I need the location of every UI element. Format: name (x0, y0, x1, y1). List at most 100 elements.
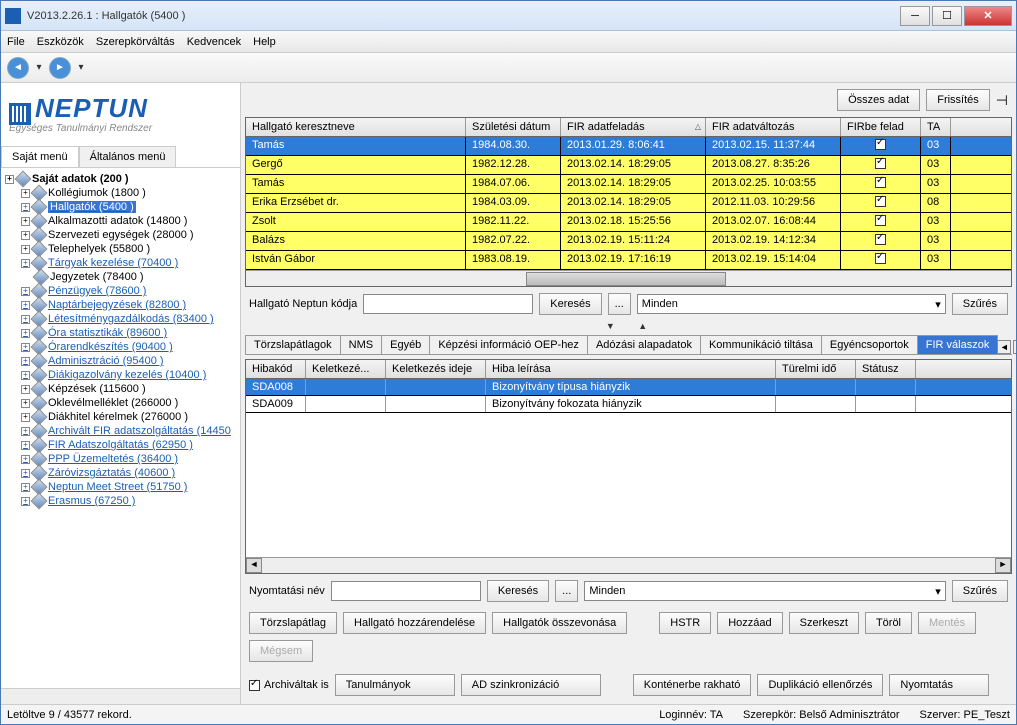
errors-hscroll[interactable]: ◄► (246, 557, 1011, 573)
print-button[interactable]: Nyomtatás (889, 674, 989, 696)
tree: +Saját adatok (200 )+Kollégiumok (1800 )… (1, 168, 240, 688)
sub-tab[interactable]: Képzési információ OEP-hez (429, 335, 588, 354)
dup-check-button[interactable]: Duplikáció ellenőrzés (757, 674, 883, 696)
close-button[interactable]: ✕ (964, 6, 1012, 26)
sub-tab[interactable]: NMS (340, 335, 382, 354)
sub-tab[interactable]: Egyéb (381, 335, 430, 354)
search1-label: Hallgató Neptun kódja (249, 298, 357, 310)
table-row[interactable]: Gergő1982.12.28.2013.02.14. 18:29:052013… (246, 156, 1011, 175)
tab-own-menu[interactable]: Saját menü (1, 146, 79, 167)
column-header[interactable]: FIRbe felad (841, 118, 921, 136)
titlebar: V2013.2.26.1 : Hallgatók (5400 ) ─ ☐ ✕ (1, 1, 1016, 31)
column-header[interactable]: Keletkezés ideje (386, 360, 486, 378)
tree-item[interactable]: +Erasmus (67250 ) (3, 494, 238, 508)
column-header[interactable]: Türelmi idő (776, 360, 856, 378)
sub-tab[interactable]: Adózási alapadatok (587, 335, 701, 354)
table-row[interactable]: SDA008Bizonyítvány típusa hiányzik (246, 379, 1011, 396)
torzslap-button[interactable]: Törzslapátlag (249, 612, 337, 634)
column-header[interactable]: Hallgató keresztneve (246, 118, 466, 136)
logo: NEPTUN Egységes Tanulmányi Rendszer (1, 83, 240, 140)
errors-grid: HibakódKeletkezé...Keletkezés idejeHiba … (245, 359, 1012, 574)
status-role: Szerepkör: Belső Adminisztrátor (743, 709, 900, 721)
container-button[interactable]: Konténerbe rakható (633, 674, 752, 696)
menu-file[interactable]: File (7, 36, 25, 48)
logo-subtitle: Egységes Tanulmányi Rendszer (9, 123, 232, 134)
sidebar-hscroll[interactable] (1, 688, 240, 704)
search2-filter-button[interactable]: Szűrés (952, 580, 1008, 602)
forward-dropdown[interactable]: ▾ (75, 62, 87, 74)
cancel-button[interactable]: Mégsem (249, 640, 313, 662)
column-header[interactable]: Státusz (856, 360, 916, 378)
menu-role[interactable]: Szerepkörváltás (96, 36, 175, 48)
neptun-code-input[interactable] (363, 294, 533, 314)
logo-icon (9, 103, 31, 125)
column-header[interactable]: FIR adatfeladás△ (561, 118, 706, 136)
hstr-button[interactable]: HSTR (659, 612, 711, 634)
maximize-button[interactable]: ☐ (932, 6, 962, 26)
menu-favorites[interactable]: Kedvencek (187, 36, 241, 48)
archived-checkbox[interactable]: Archiváltak is (249, 679, 329, 691)
search2-button[interactable]: Keresés (487, 580, 549, 602)
sub-tab[interactable]: Kommunikáció tiltása (700, 335, 822, 354)
nav-toolbar: ◄ ▾ ► ▾ (1, 53, 1016, 83)
all-data-button[interactable]: Összes adat (837, 89, 920, 111)
column-header[interactable]: Hibakód (246, 360, 306, 378)
menubar: File Eszközök Szerepkörváltás Kedvencek … (1, 31, 1016, 53)
app-icon (5, 8, 21, 24)
sidebar: NEPTUN Egységes Tanulmányi Rendszer Sajá… (1, 83, 241, 704)
tab-scroll-left[interactable]: ◄ (997, 340, 1011, 354)
search2-more-button[interactable]: ... (555, 580, 578, 602)
back-button[interactable]: ◄ (7, 57, 29, 79)
merge-students-button[interactable]: Hallgatók összevonása (492, 612, 627, 634)
assign-student-button[interactable]: Hallgató hozzárendelése (343, 612, 486, 634)
edit-button[interactable]: Szerkeszt (789, 612, 859, 634)
table-row[interactable]: Tamás1984.07.06.2013.02.14. 18:29:052013… (246, 175, 1011, 194)
grid-hscroll[interactable] (246, 270, 1011, 286)
search2-filter-select[interactable]: Minden▾ (584, 581, 945, 601)
save-button[interactable]: Mentés (918, 612, 976, 634)
sub-tab[interactable]: Törzslapátlagok (245, 335, 341, 354)
splitter[interactable]: ▼ ▲ (245, 321, 1012, 331)
status-records: Letöltve 9 / 43577 rekord. (7, 709, 132, 721)
column-header[interactable]: Hiba leírása (486, 360, 776, 378)
search1-filter-select[interactable]: Minden▾ (637, 294, 946, 314)
tree-item[interactable]: +Tárgyak kezelése (70400 ) (3, 256, 238, 270)
search1-filter-button[interactable]: Szűrés (952, 293, 1008, 315)
tab-scroll-right[interactable]: ► (1013, 340, 1016, 354)
search2-label: Nyomtatási név (249, 585, 325, 597)
table-row[interactable]: Tamás1984.08.30.2013.01.29. 8:06:412013.… (246, 137, 1011, 156)
table-row[interactable]: Balázs1982.07.22.2013.02.19. 15:11:24201… (246, 232, 1011, 251)
search1-button[interactable]: Keresés (539, 293, 601, 315)
sub-tab[interactable]: Egyéncsoportok (821, 335, 918, 354)
adsync-button[interactable]: AD szinkronizáció (461, 674, 601, 696)
table-row[interactable]: Erika Erzsébet dr.1984.03.09.2013.02.14.… (246, 194, 1011, 213)
main: Összes adat Frissítés ⊣ Hallgató kereszt… (241, 83, 1016, 704)
table-row[interactable]: Zsolt1982.11.22.2013.02.18. 15:25:562013… (246, 213, 1011, 232)
status-server: Szerver: PE_Teszt (920, 709, 1010, 721)
column-header[interactable]: Keletkezé... (306, 360, 386, 378)
statusbar: Letöltve 9 / 43577 rekord. Loginnév: TA … (1, 704, 1016, 724)
back-dropdown[interactable]: ▾ (33, 62, 45, 74)
minimize-button[interactable]: ─ (900, 6, 930, 26)
refresh-button[interactable]: Frissítés (926, 89, 990, 111)
column-header[interactable]: TA (921, 118, 951, 136)
pin-icon[interactable]: ⊣ (996, 92, 1008, 109)
students-grid: Hallgató keresztneveSzületési dátumFIR a… (245, 117, 1012, 287)
delete-button[interactable]: Töröl (865, 612, 912, 634)
status-login: Loginnév: TA (659, 709, 723, 721)
sub-tab[interactable]: FIR válaszok (917, 335, 999, 354)
table-row[interactable]: István Gábor1983.08.19.2013.02.19. 17:16… (246, 251, 1011, 270)
menu-help[interactable]: Help (253, 36, 276, 48)
column-header[interactable]: Születési dátum (466, 118, 561, 136)
menu-tools[interactable]: Eszközök (37, 36, 84, 48)
print-name-input[interactable] (331, 581, 481, 601)
column-header[interactable]: FIR adatváltozás (706, 118, 841, 136)
tab-general-menu[interactable]: Általános menü (79, 146, 177, 167)
table-row[interactable]: SDA009Bizonyítvány fokozata hiányzik (246, 396, 1011, 413)
studies-button[interactable]: Tanulmányok (335, 674, 455, 696)
logo-text: NEPTUN (35, 93, 148, 123)
add-button[interactable]: Hozzáad (717, 612, 782, 634)
window-title: V2013.2.26.1 : Hallgatók (5400 ) (27, 10, 900, 22)
search1-more-button[interactable]: ... (608, 293, 631, 315)
forward-button[interactable]: ► (49, 57, 71, 79)
